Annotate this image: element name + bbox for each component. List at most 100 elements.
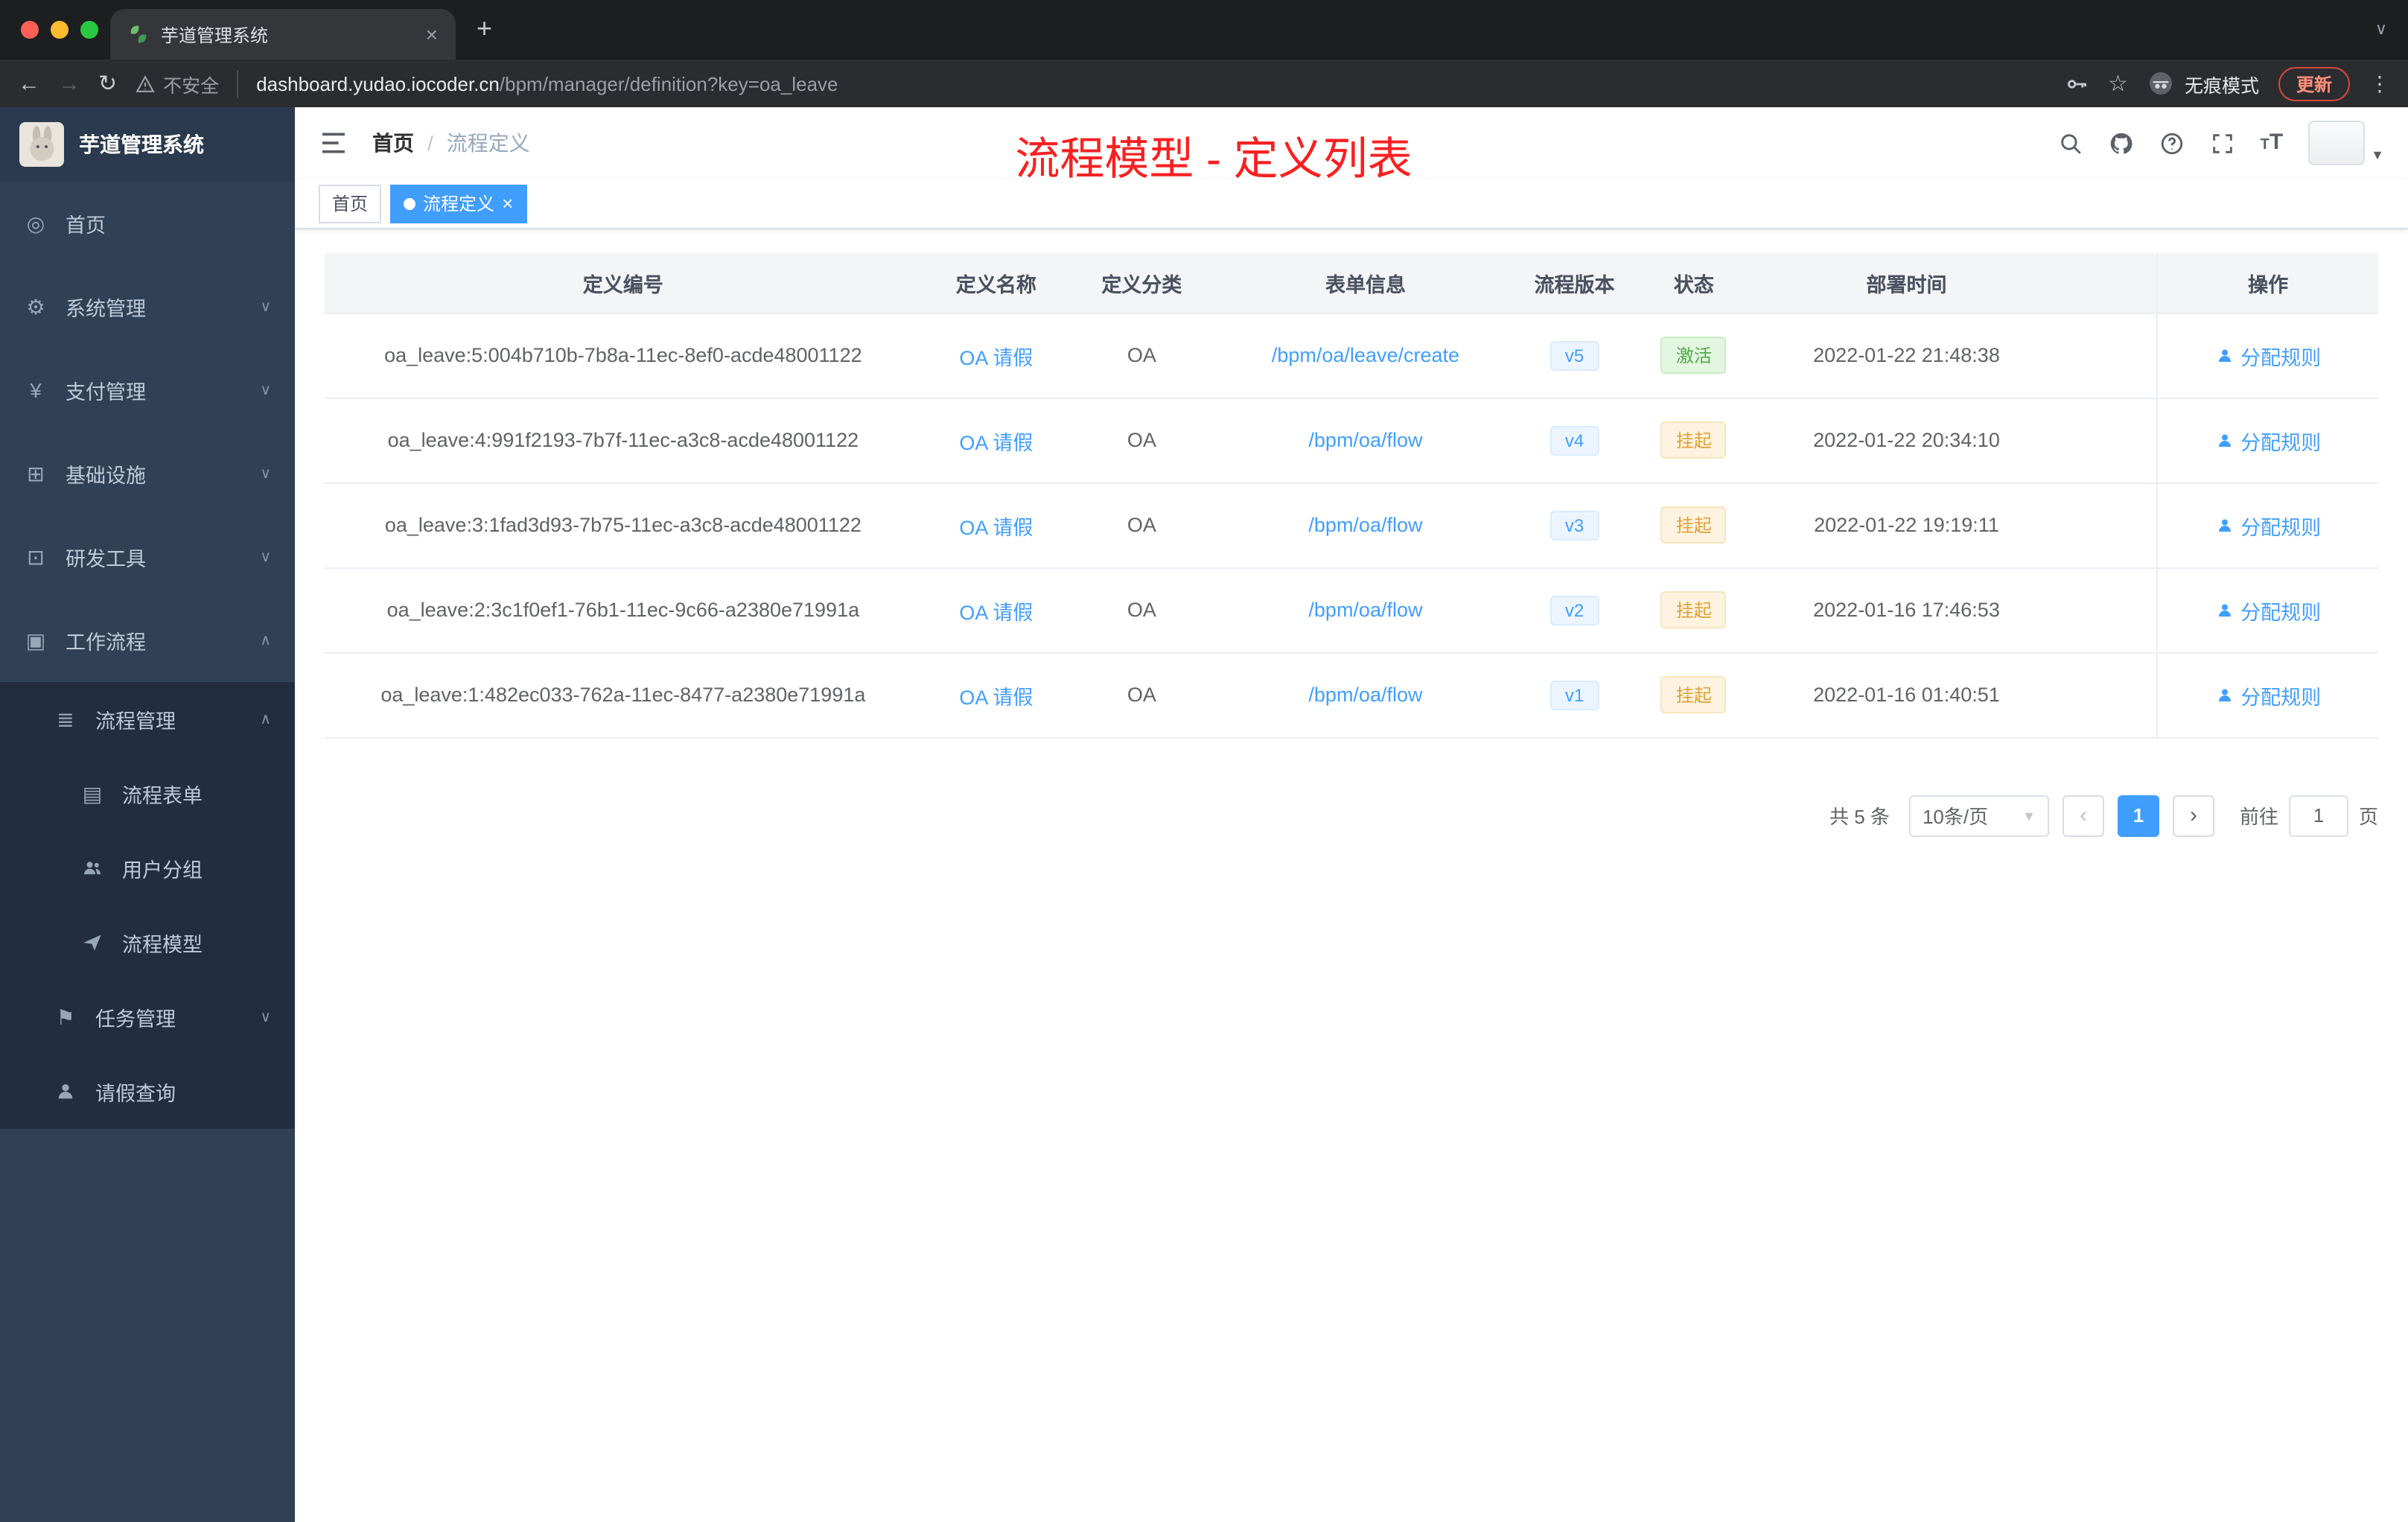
assign-rule-label: 分配规则 — [2240, 601, 2322, 623]
sidebar-item-payment-management[interactable]: ¥ 支付管理 ∨ — [0, 348, 295, 432]
pagination: 共 5 条 10条/页 ▼ ‹ 1 › 前往 页 — [325, 795, 2378, 836]
sidebar-item-system-management[interactable]: ⚙ 系统管理 ∨ — [0, 265, 295, 348]
forward-icon[interactable]: → — [58, 72, 80, 95]
cell-deploy-time: 2022-01-16 01:40:51 — [1757, 652, 2056, 738]
sidebar-item-label: 用户分组 — [122, 859, 203, 882]
avatar — [2308, 121, 2366, 165]
annotation-title: 流程模型 - 定义列表 — [1015, 136, 1412, 185]
sidebar-item-leave-query[interactable]: 请假查询 — [0, 1054, 295, 1129]
sidebar-item-workflow[interactable]: ▣ 工作流程 ∧ — [0, 599, 295, 682]
breadcrumb-home[interactable]: 首页 — [372, 128, 414, 158]
status-badge: 挂起 — [1660, 506, 1727, 544]
definition-name-link[interactable]: OA 请假 — [959, 601, 1033, 623]
sidebar-item-process-model[interactable]: 流程模型 — [0, 905, 295, 980]
person-icon — [2218, 603, 2231, 616]
help-icon[interactable] — [2159, 130, 2185, 156]
form-info-link[interactable]: /bpm/oa/flow — [1308, 684, 1422, 706]
sidebar-item-dev-tools[interactable]: ⊡ 研发工具 ∨ — [0, 515, 295, 599]
reload-icon[interactable]: ↻ — [98, 72, 117, 95]
form-info-link[interactable]: /bpm/oa/flow — [1308, 429, 1422, 451]
back-icon[interactable]: ← — [18, 72, 40, 95]
browser-tabstrip: 芋道管理系统 × + ∨ — [0, 0, 2408, 60]
goto-page-input[interactable] — [2288, 795, 2348, 836]
address-bar[interactable]: dashboard.yudao.iocoder.cn/bpm/manager/d… — [256, 72, 2045, 95]
sidebar-item-label: 工作流程 — [66, 631, 146, 654]
cell-spacer — [2055, 567, 2158, 653]
close-window-button[interactable] — [21, 21, 39, 39]
assign-rule-link[interactable]: 分配规则 — [2215, 340, 2321, 370]
assign-rule-label: 分配规则 — [2240, 686, 2322, 708]
app-logo[interactable]: 芋道管理系统 — [0, 107, 295, 182]
column-status: 状态 — [1630, 253, 1758, 313]
list-icon: ≣ — [57, 707, 74, 730]
search-icon[interactable] — [2058, 130, 2083, 156]
zoom-window-button[interactable] — [80, 21, 98, 39]
tab-close-icon[interactable]: × — [426, 24, 438, 45]
sidebar-item-home[interactable]: ◎ 首页 — [0, 182, 295, 265]
sidebar-item-user-group[interactable]: 用户分组 — [0, 831, 295, 905]
tag-home[interactable]: 首页 — [319, 184, 382, 223]
sidebar-item-label: 流程模型 — [122, 934, 203, 956]
cell-deploy-time: 2022-01-16 17:46:53 — [1757, 567, 2056, 653]
cell-deploy-time: 2022-01-22 19:19:11 — [1757, 483, 2056, 568]
next-page-button[interactable]: › — [2172, 795, 2214, 836]
screenshot-stage: 芋道管理系统 × + ∨ ← → ↻ 不安全 dashboard.yudao.i… — [0, 0, 2408, 1522]
version-badge: v5 — [1549, 340, 1599, 370]
github-icon[interactable] — [2109, 130, 2134, 156]
dashboard-icon: ◎ — [26, 211, 45, 235]
cell-category: OA — [1071, 483, 1213, 568]
page-size-value: 10条/页 — [1922, 806, 1989, 828]
table-header-row: 定义编号 定义名称 定义分类 表单信息 流程版本 状态 部署时间 操作 — [325, 253, 2378, 313]
definition-name-link[interactable]: OA 请假 — [959, 431, 1033, 453]
workflow-submenu: ≣ 流程管理 ∧ ▤ 流程表单 用户分组 流程模型 ⚑ 任务管理 ∨ 请假查询 — [0, 682, 295, 1129]
page-size-select[interactable]: 10条/页 ▼ — [1908, 795, 2049, 836]
prev-page-button[interactable]: ‹ — [2062, 795, 2104, 836]
cell-category: OA — [1071, 313, 1213, 398]
column-process-version: 流程版本 — [1518, 253, 1631, 313]
fullscreen-icon[interactable] — [2210, 130, 2235, 156]
form-info-link[interactable]: /bpm/oa/flow — [1308, 599, 1422, 621]
current-page-button[interactable]: 1 — [2117, 795, 2159, 836]
cell-spacer — [2055, 652, 2158, 738]
browser-menu-kebab-icon[interactable]: ⋮ — [2369, 71, 2390, 96]
active-tag-dot — [404, 197, 416, 209]
bookmark-star-icon[interactable]: ☆ — [2108, 72, 2128, 95]
sidebar-item-label: 系统管理 — [66, 298, 146, 320]
sidebar-item-label: 研发工具 — [66, 548, 146, 570]
tag-close-icon[interactable]: × — [502, 194, 513, 213]
sidebar-item-process-form[interactable]: ▤ 流程表单 — [0, 757, 295, 831]
sidebar-item-process-management[interactable]: ≣ 流程管理 ∧ — [0, 682, 295, 757]
sidebar-toggle-hamburger-icon[interactable] — [319, 128, 348, 158]
sidebar-item-task-management[interactable]: ⚑ 任务管理 ∨ — [0, 980, 295, 1054]
definition-name-link[interactable]: OA 请假 — [959, 516, 1033, 538]
form-info-link[interactable]: /bpm/oa/flow — [1308, 514, 1422, 536]
form-info-link[interactable]: /bpm/oa/leave/create — [1272, 344, 1459, 366]
assign-rule-link[interactable]: 分配规则 — [2215, 680, 2321, 710]
assign-rule-link[interactable]: 分配规则 — [2215, 425, 2321, 455]
user-group-icon — [80, 856, 104, 880]
assign-rule-link[interactable]: 分配规则 — [2215, 510, 2321, 540]
definition-name-link[interactable]: OA 请假 — [959, 686, 1033, 708]
goto-unit: 页 — [2358, 806, 2378, 828]
chrome-update-button[interactable]: 更新 — [2278, 66, 2350, 101]
chevron-down-icon: ∨ — [260, 1009, 271, 1025]
password-key-icon[interactable] — [2063, 71, 2089, 96]
browser-tab[interactable]: 芋道管理系统 × — [110, 9, 456, 60]
sidebar-item-label: 流程表单 — [122, 785, 203, 807]
goto-label: 前往 — [2239, 806, 2278, 828]
sidebar-item-label: 支付管理 — [66, 381, 146, 404]
definition-name-link[interactable]: OA 请假 — [959, 346, 1033, 369]
tag-process-definition[interactable]: 流程定义 × — [390, 184, 527, 223]
table-row: oa_leave:4:991f2193-7b7f-11ec-a3c8-acde4… — [325, 398, 2378, 483]
sidebar-item-infrastructure[interactable]: ⊞ 基础设施 ∨ — [0, 432, 295, 515]
user-avatar-menu[interactable]: ▼ — [2308, 121, 2384, 165]
minimize-window-button[interactable] — [51, 21, 69, 39]
breadcrumb: 首页 / 流程定义 — [372, 128, 530, 158]
site-security-badge[interactable]: 不安全 — [135, 69, 239, 98]
font-size-icon[interactable]: TT — [2261, 130, 2284, 156]
person-icon — [2218, 688, 2231, 701]
assign-rule-link[interactable]: 分配规则 — [2215, 595, 2321, 625]
tab-search-chevron-icon[interactable]: ∨ — [2375, 19, 2387, 39]
person-icon — [2218, 348, 2231, 361]
new-tab-button[interactable]: + — [477, 13, 492, 45]
